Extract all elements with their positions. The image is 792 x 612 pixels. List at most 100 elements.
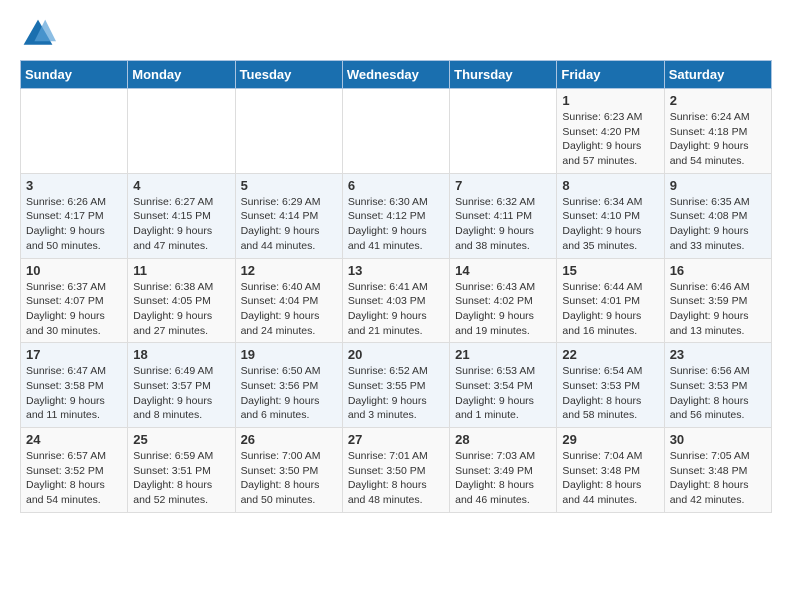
calendar-cell: 19 Sunrise: 6:50 AM Sunset: 3:56 PM Dayli…	[235, 343, 342, 428]
day-number: 10	[26, 263, 122, 278]
day-header-tuesday: Tuesday	[235, 61, 342, 89]
week-row-4: 24 Sunrise: 6:57 AM Sunset: 3:52 PM Dayli…	[21, 428, 772, 513]
day-header-saturday: Saturday	[664, 61, 771, 89]
calendar-cell: 21 Sunrise: 6:53 AM Sunset: 3:54 PM Dayli…	[450, 343, 557, 428]
day-info: Sunrise: 6:27 AM Sunset: 4:15 PM Dayligh…	[133, 195, 229, 254]
day-number: 6	[348, 178, 444, 193]
day-info: Sunrise: 6:44 AM Sunset: 4:01 PM Dayligh…	[562, 280, 658, 339]
day-info: Sunrise: 6:54 AM Sunset: 3:53 PM Dayligh…	[562, 364, 658, 423]
calendar-cell: 30 Sunrise: 7:05 AM Sunset: 3:48 PM Dayli…	[664, 428, 771, 513]
calendar-cell: 17 Sunrise: 6:47 AM Sunset: 3:58 PM Dayli…	[21, 343, 128, 428]
calendar-cell: 9Sunrise: 6:35 AM Sunset: 4:08 PM Daylig…	[664, 173, 771, 258]
week-row-0: 1 Sunrise: 6:23 AM Sunset: 4:20 PM Daylig…	[21, 89, 772, 174]
calendar-cell: 5 Sunrise: 6:29 AM Sunset: 4:14 PM Daylig…	[235, 173, 342, 258]
day-info: Sunrise: 7:03 AM Sunset: 3:49 PM Dayligh…	[455, 449, 551, 508]
calendar-cell: 29 Sunrise: 7:04 AM Sunset: 3:48 PM Dayli…	[557, 428, 664, 513]
day-number: 2	[670, 93, 766, 108]
calendar-cell	[450, 89, 557, 174]
day-number: 5	[241, 178, 337, 193]
day-number: 20	[348, 347, 444, 362]
day-number: 18	[133, 347, 229, 362]
header	[20, 16, 772, 52]
day-info: Sunrise: 6:24 AM Sunset: 4:18 PM Dayligh…	[670, 110, 766, 169]
logo	[20, 16, 60, 52]
day-number: 27	[348, 432, 444, 447]
day-header-thursday: Thursday	[450, 61, 557, 89]
day-number: 8	[562, 178, 658, 193]
day-info: Sunrise: 6:59 AM Sunset: 3:51 PM Dayligh…	[133, 449, 229, 508]
calendar-cell: 26Sunrise: 7:00 AM Sunset: 3:50 PM Dayli…	[235, 428, 342, 513]
week-row-2: 10 Sunrise: 6:37 AM Sunset: 4:07 PM Dayli…	[21, 258, 772, 343]
day-info: Sunrise: 6:43 AM Sunset: 4:02 PM Dayligh…	[455, 280, 551, 339]
day-number: 1	[562, 93, 658, 108]
calendar-cell: 12Sunrise: 6:40 AM Sunset: 4:04 PM Dayli…	[235, 258, 342, 343]
calendar-header: SundayMondayTuesdayWednesdayThursdayFrid…	[21, 61, 772, 89]
day-number: 25	[133, 432, 229, 447]
day-number: 4	[133, 178, 229, 193]
day-info: Sunrise: 7:01 AM Sunset: 3:50 PM Dayligh…	[348, 449, 444, 508]
day-number: 30	[670, 432, 766, 447]
day-number: 24	[26, 432, 122, 447]
calendar-cell: 6 Sunrise: 6:30 AM Sunset: 4:12 PM Daylig…	[342, 173, 449, 258]
week-row-1: 3 Sunrise: 6:26 AM Sunset: 4:17 PM Daylig…	[21, 173, 772, 258]
day-number: 28	[455, 432, 551, 447]
calendar-cell: 24 Sunrise: 6:57 AM Sunset: 3:52 PM Dayli…	[21, 428, 128, 513]
day-number: 3	[26, 178, 122, 193]
day-info: Sunrise: 6:30 AM Sunset: 4:12 PM Dayligh…	[348, 195, 444, 254]
day-number: 12	[241, 263, 337, 278]
day-info: Sunrise: 6:49 AM Sunset: 3:57 PM Dayligh…	[133, 364, 229, 423]
calendar-body: 1 Sunrise: 6:23 AM Sunset: 4:20 PM Daylig…	[21, 89, 772, 513]
day-info: Sunrise: 6:34 AM Sunset: 4:10 PM Dayligh…	[562, 195, 658, 254]
calendar-cell: 28 Sunrise: 7:03 AM Sunset: 3:49 PM Dayli…	[450, 428, 557, 513]
day-number: 26	[241, 432, 337, 447]
day-number: 23	[670, 347, 766, 362]
calendar-cell: 14 Sunrise: 6:43 AM Sunset: 4:02 PM Dayli…	[450, 258, 557, 343]
calendar-cell	[128, 89, 235, 174]
day-number: 11	[133, 263, 229, 278]
page: SundayMondayTuesdayWednesdayThursdayFrid…	[0, 0, 792, 529]
day-info: Sunrise: 6:37 AM Sunset: 4:07 PM Dayligh…	[26, 280, 122, 339]
day-info: Sunrise: 7:05 AM Sunset: 3:48 PM Dayligh…	[670, 449, 766, 508]
week-row-3: 17 Sunrise: 6:47 AM Sunset: 3:58 PM Dayli…	[21, 343, 772, 428]
day-info: Sunrise: 6:41 AM Sunset: 4:03 PM Dayligh…	[348, 280, 444, 339]
calendar-cell: 18 Sunrise: 6:49 AM Sunset: 3:57 PM Dayli…	[128, 343, 235, 428]
calendar-cell	[21, 89, 128, 174]
calendar-cell: 8 Sunrise: 6:34 AM Sunset: 4:10 PM Daylig…	[557, 173, 664, 258]
day-header-friday: Friday	[557, 61, 664, 89]
calendar-cell: 7 Sunrise: 6:32 AM Sunset: 4:11 PM Daylig…	[450, 173, 557, 258]
day-number: 29	[562, 432, 658, 447]
day-header-wednesday: Wednesday	[342, 61, 449, 89]
day-header-sunday: Sunday	[21, 61, 128, 89]
calendar-cell: 13 Sunrise: 6:41 AM Sunset: 4:03 PM Dayli…	[342, 258, 449, 343]
day-number: 21	[455, 347, 551, 362]
day-info: Sunrise: 6:32 AM Sunset: 4:11 PM Dayligh…	[455, 195, 551, 254]
calendar-cell	[235, 89, 342, 174]
calendar-cell: 4 Sunrise: 6:27 AM Sunset: 4:15 PM Daylig…	[128, 173, 235, 258]
day-number: 14	[455, 263, 551, 278]
day-number: 22	[562, 347, 658, 362]
day-info: Sunrise: 6:23 AM Sunset: 4:20 PM Dayligh…	[562, 110, 658, 169]
day-number: 17	[26, 347, 122, 362]
calendar-cell: 10 Sunrise: 6:37 AM Sunset: 4:07 PM Dayli…	[21, 258, 128, 343]
day-header-monday: Monday	[128, 61, 235, 89]
day-number: 19	[241, 347, 337, 362]
day-info: Sunrise: 6:47 AM Sunset: 3:58 PM Dayligh…	[26, 364, 122, 423]
day-number: 7	[455, 178, 551, 193]
calendar-cell: 16Sunrise: 6:46 AM Sunset: 3:59 PM Dayli…	[664, 258, 771, 343]
calendar-cell: 2 Sunrise: 6:24 AM Sunset: 4:18 PM Daylig…	[664, 89, 771, 174]
calendar-cell: 20Sunrise: 6:52 AM Sunset: 3:55 PM Dayli…	[342, 343, 449, 428]
calendar-cell	[342, 89, 449, 174]
day-info: Sunrise: 6:56 AM Sunset: 3:53 PM Dayligh…	[670, 364, 766, 423]
day-info: Sunrise: 6:26 AM Sunset: 4:17 PM Dayligh…	[26, 195, 122, 254]
day-info: Sunrise: 6:29 AM Sunset: 4:14 PM Dayligh…	[241, 195, 337, 254]
calendar-cell: 22 Sunrise: 6:54 AM Sunset: 3:53 PM Dayli…	[557, 343, 664, 428]
calendar-cell: 11 Sunrise: 6:38 AM Sunset: 4:05 PM Dayli…	[128, 258, 235, 343]
day-info: Sunrise: 6:50 AM Sunset: 3:56 PM Dayligh…	[241, 364, 337, 423]
day-number: 13	[348, 263, 444, 278]
calendar-cell: 23 Sunrise: 6:56 AM Sunset: 3:53 PM Dayli…	[664, 343, 771, 428]
day-info: Sunrise: 7:04 AM Sunset: 3:48 PM Dayligh…	[562, 449, 658, 508]
day-info: Sunrise: 6:57 AM Sunset: 3:52 PM Dayligh…	[26, 449, 122, 508]
day-info: Sunrise: 6:53 AM Sunset: 3:54 PM Dayligh…	[455, 364, 551, 423]
day-info: Sunrise: 6:38 AM Sunset: 4:05 PM Dayligh…	[133, 280, 229, 339]
days-header-row: SundayMondayTuesdayWednesdayThursdayFrid…	[21, 61, 772, 89]
